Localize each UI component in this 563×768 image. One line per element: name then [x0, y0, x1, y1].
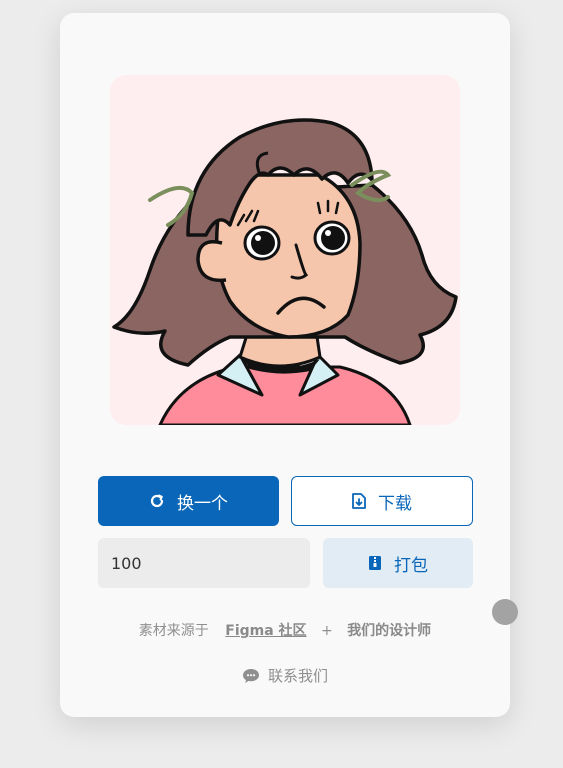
- download-file-icon: [352, 493, 366, 509]
- avatar-image: [110, 75, 460, 425]
- designers-link[interactable]: 我们的设计师: [347, 623, 431, 639]
- zip-archive-icon: [368, 555, 382, 571]
- contact-label: 联系我们: [267, 667, 328, 685]
- credits-plus: +: [321, 623, 333, 639]
- floating-scroll-handle[interactable]: [492, 599, 518, 625]
- pack-button[interactable]: 打包: [323, 538, 473, 588]
- credits-prefix: 素材来源于: [138, 623, 209, 639]
- download-label: 下载: [378, 493, 412, 514]
- figma-community-link[interactable]: Figma 社区: [225, 623, 306, 639]
- refresh-icon: [149, 493, 165, 509]
- contact-us-link[interactable]: 联系我们: [60, 665, 510, 686]
- count-input[interactable]: [98, 538, 310, 588]
- swap-label: 换一个: [177, 493, 228, 514]
- pack-label: 打包: [394, 555, 428, 576]
- chat-bubble-icon: [242, 668, 260, 684]
- girl-avatar-illustration: [112, 118, 458, 425]
- download-button[interactable]: 下载: [291, 476, 473, 526]
- avatar-card: 换一个 下载 打包 素材来源于 Figma 社区 + 我们的设计师: [60, 13, 510, 717]
- swap-button[interactable]: 换一个: [98, 476, 279, 526]
- credits-line: 素材来源于 Figma 社区 + 我们的设计师: [60, 620, 510, 640]
